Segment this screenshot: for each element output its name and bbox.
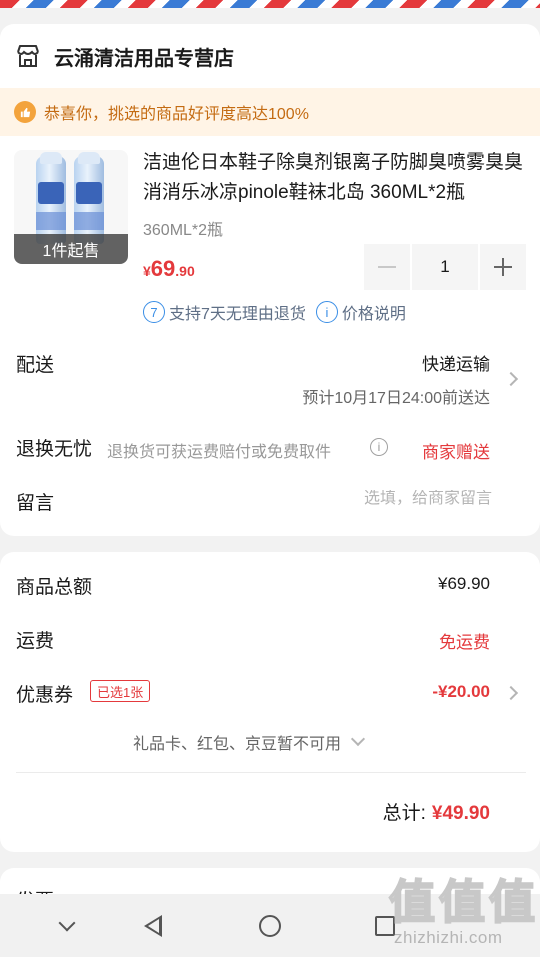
seven-day-return-icon: 7 [143,301,165,323]
nav-back-button[interactable] [118,894,188,957]
price-symbol: ¥ [143,263,151,279]
coupon-value[interactable]: -¥20.00 [432,682,490,702]
shipping-fee-value: 免运费 [439,633,490,652]
min-order-badge: 1件起售 [14,234,128,264]
service-row: 7 支持7天无理由退货 i 价格说明 [143,300,406,324]
seven-day-return-text[interactable]: 支持7天无理由退货 [169,300,306,324]
returns-label: 退换无忧 [16,439,93,460]
product-title[interactable]: 洁迪伦日本鞋子除臭剂银离子防脚臭喷雾臭臭消消乐冰凉pinole鞋袜北岛 360M… [143,148,527,208]
chevron-right-icon[interactable] [503,371,519,387]
delivery-method[interactable]: 快递运输 [422,350,490,375]
site-watermark: 值 值 值 zhizhizhi.com [388,872,538,956]
product-price: ¥ 69 .90 [143,256,195,282]
order-summary-card: 商品总额 ¥69.90 运费 免运费 优惠券 已选1张 -¥20.00 礼品卡、… [0,552,540,852]
plus-icon [494,258,512,276]
nav-home-icon [259,914,281,937]
delivery-label: 配送 [16,355,55,376]
increase-button[interactable] [480,244,526,290]
order-store-card: 云涌清洁用品专营店 恭喜你，挑选的商品好评度高达100% 1件起售 洁迪伦日本鞋… [0,24,540,536]
returns-description: 退换货可获运费赔付或免费取件 [107,444,332,461]
divider [16,772,526,773]
store-icon [17,45,39,67]
chevron-down-icon [350,731,366,747]
note-label: 留言 [16,493,55,514]
watermark-glyph: 值 [388,874,436,930]
rating-notice-text: 恭喜你，挑选的商品好评度高达100% [44,106,309,123]
nav-back-icon [144,914,162,937]
minus-icon [378,266,396,268]
spray-can-image [36,152,66,244]
price-info-link[interactable]: 价格说明 [342,300,406,324]
unavailable-assets-text: 礼品卡、红包、京豆暂不可用 [133,736,342,753]
nav-down-icon [58,914,76,931]
store-name[interactable]: 云涌清洁用品专营店 [54,42,234,71]
decrease-button[interactable] [364,244,410,290]
goods-total-label: 商品总额 [16,577,93,598]
nav-home-button[interactable] [235,894,305,957]
unavailable-assets-toggle[interactable]: 礼品卡、红包、京豆暂不可用 [133,730,366,754]
info-icon: i [315,301,338,323]
order-total: 总计: ¥49.90 [383,798,490,825]
total-value: ¥49.90 [431,803,490,824]
coupon-selected-chip[interactable]: 已选1张 [90,680,151,702]
rating-notice: 恭喜你，挑选的商品好评度高达100% [0,88,540,136]
product-image[interactable]: 1件起售 [14,150,128,264]
shipping-fee-label: 运费 [16,631,55,652]
returns-gift-tag: 商家赠送 [422,443,490,462]
thumb-up-icon [14,101,36,123]
coupon-label: 优惠券 [16,685,74,706]
nav-hide-keyboard-button[interactable] [32,894,102,957]
watermark-url: zhizhizhi.com [394,928,503,947]
chevron-right-icon[interactable] [503,685,519,701]
info-icon[interactable]: i [370,438,388,456]
note-input[interactable] [232,490,492,508]
price-integer: 69 [150,256,176,281]
price-decimal: .90 [175,263,195,279]
quantity-stepper: 1 [364,244,526,290]
goods-total-value: ¥69.90 [438,574,490,593]
airmail-border [0,0,540,8]
total-label: 总计: [382,803,426,824]
delivery-eta[interactable]: 预计10月17日24:00前送达 [302,384,490,408]
quantity-value[interactable]: 1 [412,244,478,290]
product-spec[interactable]: 360ML*2瓶 [143,216,223,240]
store-header[interactable]: 云涌清洁用品专营店 [14,38,234,74]
watermark-glyph: 值 [488,874,536,930]
watermark-glyph: 值 [438,874,486,930]
spray-can-image [74,152,104,244]
